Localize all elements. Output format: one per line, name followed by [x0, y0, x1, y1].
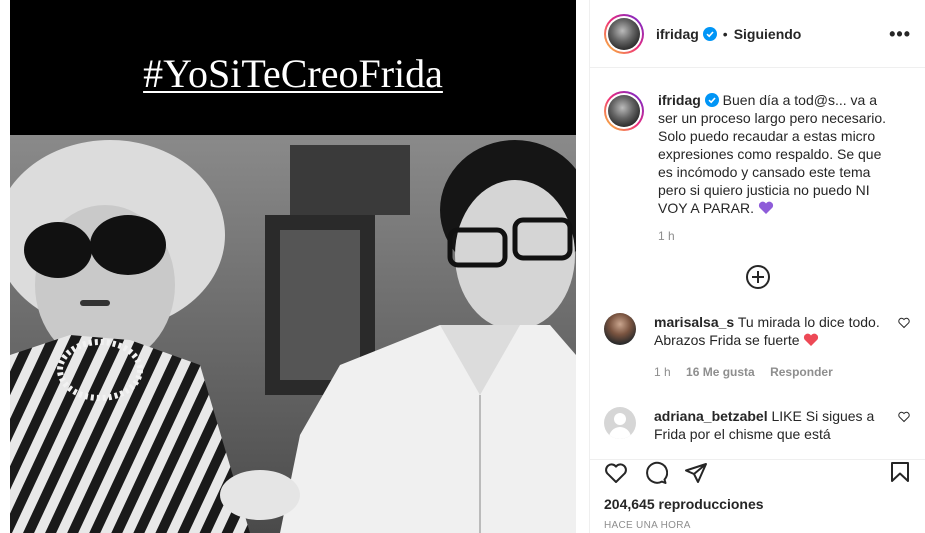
share-send-icon[interactable]	[684, 461, 708, 485]
post-actions: 204,645 reproducciones HACE UNA HORA	[590, 459, 925, 531]
reply-button[interactable]: Responder	[770, 365, 833, 379]
like-comment-heart-icon[interactable]	[898, 317, 910, 329]
author-username[interactable]: ifridag	[656, 26, 699, 42]
caption-text: Buen día a tod@s... va a ser un proceso …	[658, 92, 887, 216]
comment-item: adriana_betzabel LIKE Si sigues a Frida …	[604, 407, 912, 443]
like-comment-heart-icon[interactable]	[898, 411, 910, 423]
caption-username[interactable]: ifridag	[658, 92, 701, 108]
verified-badge-icon	[704, 93, 719, 107]
post-media[interactable]: #YoSiTeCreoFrida	[10, 0, 576, 533]
save-bookmark-icon[interactable]	[888, 460, 912, 484]
view-count[interactable]: 204,645 reproducciones	[604, 496, 912, 512]
comment-item: marisalsa_s Tu mirada lo dice todo. Abra…	[604, 313, 912, 381]
plus-circle-icon[interactable]	[746, 265, 770, 289]
post-header: ifridag • Siguiendo •••	[590, 0, 925, 68]
post-caption: ifridag Buen día a tod@s... va a ser un …	[604, 69, 912, 217]
comment-likes-count[interactable]: 16 Me gusta	[686, 365, 755, 379]
comment-bubble-icon[interactable]	[644, 461, 668, 485]
commenter-avatar[interactable]	[604, 407, 636, 439]
more-options-icon[interactable]: •••	[889, 24, 911, 45]
commenter-avatar[interactable]	[604, 313, 636, 345]
comments-area[interactable]: ifridag Buen día a tod@s... va a ser un …	[590, 69, 925, 459]
commenter-username[interactable]: adriana_betzabel	[654, 408, 768, 424]
purple-heart-icon	[758, 201, 773, 214]
red-heart-emoji-icon	[804, 333, 819, 346]
post-time-ago: HACE UNA HORA	[604, 520, 691, 531]
comment-timestamp: 1 h	[654, 365, 671, 379]
load-more-comments-button[interactable]	[604, 265, 912, 289]
verified-badge-icon	[702, 26, 717, 41]
header-separator: •	[722, 25, 728, 42]
caption-avatar[interactable]	[604, 91, 644, 131]
post-details-panel: ifridag • Siguiendo ••• ifridag Buen día…	[589, 0, 925, 533]
left-gutter	[0, 0, 10, 533]
post-photo	[10, 135, 576, 533]
following-button[interactable]: Siguiendo	[734, 26, 802, 42]
caption-timestamp: 1 h	[658, 229, 675, 243]
media-overlay-title: #YoSiTeCreoFrida	[143, 51, 443, 96]
like-heart-icon[interactable]	[604, 461, 628, 485]
author-avatar[interactable]	[604, 13, 644, 54]
commenter-username[interactable]: marisalsa_s	[654, 314, 734, 330]
